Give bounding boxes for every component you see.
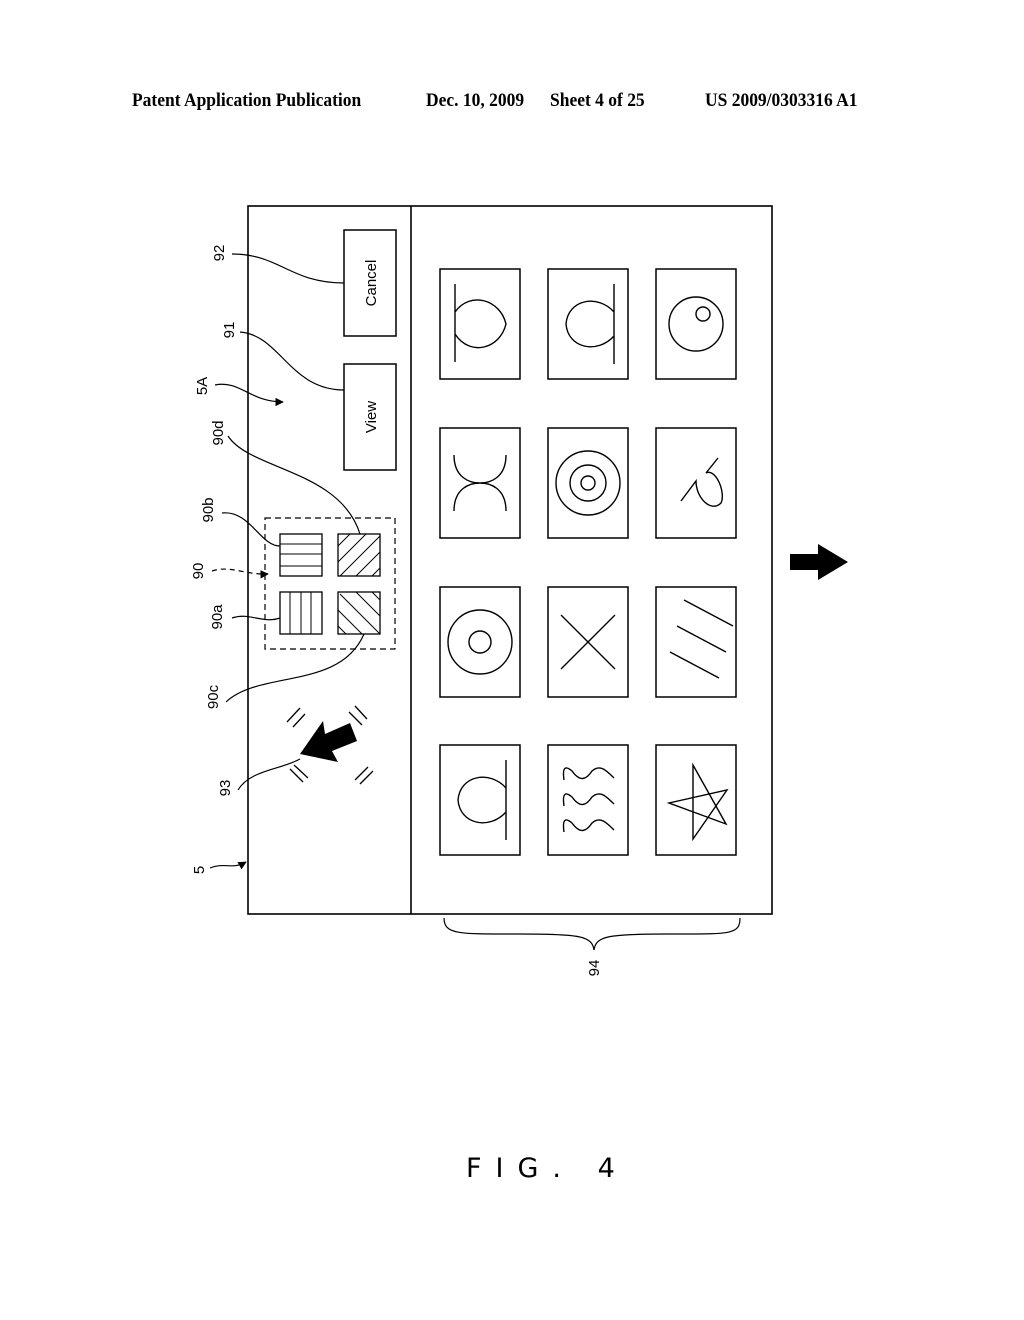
thumbnail-grid <box>439 268 737 856</box>
thumbnail-concentric-circles[interactable] <box>547 427 629 539</box>
thumbnail-three-slashes[interactable] <box>655 586 737 698</box>
thumbnail-curl[interactable] <box>655 427 737 539</box>
ref-90: 90 <box>190 563 207 580</box>
figure-label: FIG. 4 <box>466 1153 629 1184</box>
figure-diagram: Cancel View 92 91 5A 90d 90b 90 90a 90c … <box>190 205 848 977</box>
cancel-button[interactable]: Cancel <box>343 229 397 337</box>
ref-5: 5 <box>191 866 208 874</box>
thumbnail-cross[interactable] <box>547 586 629 698</box>
thumbnail-waves[interactable] <box>547 744 629 856</box>
swatch-90c[interactable] <box>337 591 381 635</box>
ref-94: 94 <box>586 960 603 977</box>
ref-5A: 5A <box>194 377 211 395</box>
ref-90c: 90c <box>205 684 222 709</box>
thumbnail-fish-left[interactable] <box>547 268 629 380</box>
ref-90a: 90a <box>209 604 226 630</box>
reference-labels: 92 91 5A 90d 90b 90 90a 90c 93 5 94 <box>190 245 603 977</box>
ref-92: 92 <box>211 245 228 262</box>
ref-93: 93 <box>217 780 234 797</box>
view-button-label: View <box>363 401 380 433</box>
cancel-button-label: Cancel <box>363 260 380 307</box>
thumbnail-fish-left[interactable] <box>439 744 521 856</box>
thumbnail-ring[interactable] <box>439 586 521 698</box>
swatch-90a[interactable] <box>279 591 323 635</box>
thumbnail-circle-with-dot[interactable] <box>655 268 737 380</box>
view-button[interactable]: View <box>343 363 397 471</box>
ref-90b: 90b <box>200 497 217 522</box>
pointer-arrow-icon <box>286 705 374 785</box>
ref-90d: 90d <box>210 420 227 445</box>
scroll-right-arrow-icon[interactable] <box>790 544 848 580</box>
swatch-90b[interactable] <box>279 533 323 577</box>
swatch-90d[interactable] <box>337 533 381 577</box>
thumbnail-double-arc[interactable] <box>439 427 521 539</box>
ref-91: 91 <box>221 322 238 339</box>
thumbnail-star[interactable] <box>655 744 737 856</box>
thumbnail-fish-right[interactable] <box>439 268 521 380</box>
